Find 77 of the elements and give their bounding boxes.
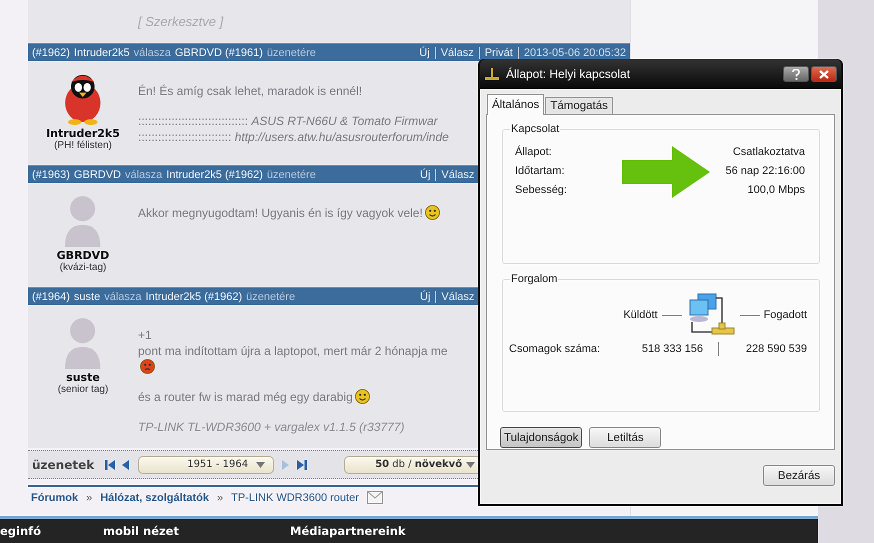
reply-text: válasza — [104, 290, 142, 302]
username[interactable]: suste — [66, 371, 100, 384]
window-title: Állapot: Helyi kapcsolat — [506, 67, 632, 81]
packets-label: Csomagok száma: — [509, 343, 602, 355]
close-icon — [819, 70, 829, 78]
received-packets-value: 228 590 539 — [744, 343, 807, 355]
help-icon — [792, 68, 800, 80]
breadcrumb-link[interactable]: Fórumok — [31, 492, 78, 504]
post-number: (#1963) — [32, 168, 70, 180]
footer-link[interactable]: eginfó — [0, 524, 103, 538]
network-plug-icon — [484, 67, 500, 81]
post-text: Akkor megnyugodtam! Ugyanis én is így vagyok vele! — [138, 206, 423, 220]
breadcrumb-current: TP-LINK WDR3600 router — [231, 492, 359, 504]
header-link[interactable]: Új — [415, 168, 436, 180]
group-title: Forgalom — [510, 273, 558, 285]
reply-target-link[interactable]: Intruder2k5 (#1962) — [166, 168, 263, 180]
reply-target-link[interactable]: Intruder2k5 (#1962) — [146, 290, 242, 302]
post-text: és a router fw is marad még egy darabig — [138, 390, 353, 404]
tab[interactable]: Támogatás — [545, 97, 613, 114]
dialog-button[interactable]: Letiltás — [589, 427, 662, 448]
dropdown-arrow-icon — [466, 462, 476, 468]
smiley-icon — [354, 389, 370, 404]
footer-link[interactable]: Médiapartnereink — [290, 524, 406, 538]
header-link[interactable]: Új — [415, 290, 436, 302]
footer-link[interactable]: mobil nézet — [103, 524, 290, 538]
close-dialog-button[interactable]: Bezárás — [763, 465, 835, 486]
username[interactable]: GBRDVD — [56, 249, 110, 262]
post-text: ::::::::::::::::::::::::::::::::: ASUS RT-N66U & Tomato Firmwar — [138, 114, 438, 128]
post-text: :::::::::::::::::::::::::::: http://users.atw.hu/asusrouterforum/inde — [138, 130, 449, 144]
page-range-dropdown[interactable]: 1951 - 1964 — [138, 456, 274, 474]
field-value: 100,0 Mbps — [748, 184, 805, 197]
first-page-icon[interactable] — [104, 458, 116, 470]
user-rank: (kvázi-tag) — [60, 262, 106, 273]
header-link[interactable]: Új — [414, 46, 435, 58]
field-label: Sebesség: — [515, 184, 567, 197]
pagination-label: üzenetek — [32, 458, 94, 472]
field-label: Időtartam: — [515, 165, 565, 178]
post-text: Én! És amíg csak lehet, maradok is ennél! — [138, 84, 362, 98]
breadcrumb-link[interactable]: Hálózat, szolgáltatók — [100, 492, 209, 504]
author-link[interactable]: GBRDVD — [74, 168, 121, 180]
sent-packets-value: 518 333 156 — [640, 343, 703, 355]
reply-text: válasza — [134, 46, 171, 58]
post-text: pont ma indítottam újra a laptopot, mert már 2 hónapja me — [138, 344, 448, 358]
breadcrumb-separator: » — [86, 492, 92, 504]
group-title: Kapcsolat — [510, 123, 560, 135]
help-button[interactable] — [783, 66, 809, 82]
last-page-icon[interactable] — [296, 458, 308, 470]
close-button[interactable] — [811, 66, 837, 82]
field-label: Állapot: — [515, 146, 552, 159]
header-link[interactable]: Válasz — [434, 46, 479, 58]
reply-suffix: üzenetére — [266, 46, 316, 58]
field-value: Csatlakoztatva — [732, 146, 805, 159]
dialog-button[interactable]: Tulajdonságok — [500, 427, 582, 448]
username[interactable]: Intruder2k5 — [46, 127, 120, 140]
user-rank: (PH! félisten) — [54, 140, 112, 151]
smiley-icon — [424, 205, 440, 220]
reply-target-link[interactable]: GBRDVD (#1961) — [174, 46, 263, 58]
breadcrumb-separator: » — [216, 492, 224, 504]
edited-note: [ Szerkesztve ] — [138, 14, 224, 29]
angry-face-icon — [140, 359, 155, 374]
reply-suffix: üzenetére — [246, 290, 296, 302]
user-rank: (senior tag) — [58, 384, 108, 395]
author-link[interactable]: Intruder2k5 — [74, 46, 130, 58]
author-link[interactable]: suste — [74, 290, 100, 302]
signature-text: TP-LINK TL-WDR3600 + vargalex v1.1.5 (r33777) — [138, 420, 404, 434]
dropdown-arrow-icon — [256, 462, 266, 468]
post-number: (#1964) — [32, 290, 70, 302]
sent-label: Küldött — [623, 309, 658, 321]
post-number: (#1962) — [32, 46, 70, 58]
post-text: +1 — [138, 328, 152, 342]
received-label: Fogadott — [764, 309, 807, 321]
arrow-icon — [622, 146, 710, 198]
field-value: 56 nap 22:16:00 — [725, 165, 805, 178]
reply-text: válasza — [124, 168, 162, 180]
reply-suffix: üzenetére — [266, 168, 316, 180]
envelope-icon[interactable] — [366, 491, 383, 504]
tab[interactable]: Általános — [487, 94, 544, 115]
